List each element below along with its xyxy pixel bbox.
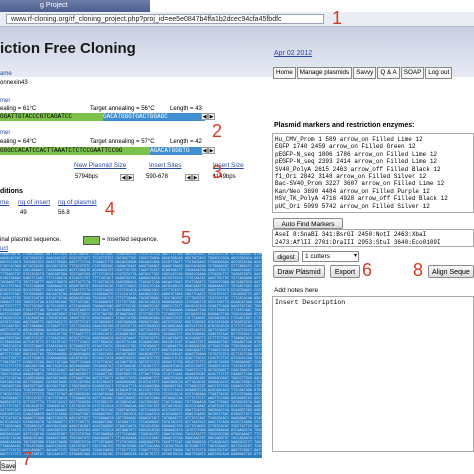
annotation-badge-8: 8 xyxy=(413,260,424,280)
annotation-badge-3: 3 xyxy=(212,162,223,182)
primer2-seq-vector: AGACATGGGTG xyxy=(150,147,202,155)
annotation-badge-1: 1 xyxy=(332,8,343,28)
tab-soap[interactable]: SOAP xyxy=(400,67,425,79)
size-right-arrow[interactable]: ▶ xyxy=(192,174,199,181)
primer1-annealing: ealing = 61°C xyxy=(0,106,37,112)
sites-right-arrow[interactable]: ▶ xyxy=(127,174,134,181)
sequence-display: CGAACGATGC CTGACAGAGC AATTACTACG GCATCAG… xyxy=(0,253,262,458)
tab-qa[interactable]: Q & A xyxy=(377,67,400,79)
marker-line: pEGFP-N_seq 2393 2414 arrow_on Filled Li… xyxy=(275,158,438,166)
primer2-label: mer xyxy=(0,130,11,136)
sites-left-arrow[interactable]: ◀ xyxy=(120,174,127,181)
primer2-annealing: ealing = 64°C xyxy=(0,139,37,145)
annotation-badge-7: 7 xyxy=(22,449,33,469)
primer1-label: mer xyxy=(0,98,11,104)
date-link[interactable]: Apr 02 2012 xyxy=(274,50,312,57)
enzymes-line: 2473:AflII 2701:DraIII 2953:StuI 3640:Ec… xyxy=(275,238,441,246)
annotation-badge-4: 4 xyxy=(105,199,116,219)
align-sequence-button[interactable]: Align Seque xyxy=(428,265,474,278)
primer1-left-arrow[interactable]: ◀ xyxy=(201,113,208,120)
draw-plasmid-button[interactable]: Draw Plasmid xyxy=(273,265,325,278)
insert-sites-value: 590-678 xyxy=(146,174,169,180)
new-plasmid-size-header[interactable]: New Plasmid Size xyxy=(74,162,126,169)
marker-line: Bac-SV40_Prom 3227 3607 arrow_on Filled … xyxy=(275,180,445,188)
conditions-plasmid-value: 56.8 xyxy=(58,210,70,216)
name-label: ame xyxy=(0,71,12,77)
address-bar: www.rf-cloning.org/rf_cloning_project.ph… xyxy=(0,12,474,27)
markers-heading: Plasmid markers and restriction enzymes: xyxy=(274,122,415,129)
cutters-select[interactable]: 1 cutters ▾ xyxy=(302,251,359,262)
annotation-badge-2: 2 xyxy=(212,121,223,141)
sequence-row: AACTCTTCTC TTAATAGTAT TACCAATATT GTGAGGT… xyxy=(0,453,262,457)
conditions-col-time: me xyxy=(0,199,10,206)
marker-line: f1_Ori 2842 3148 arrow_on Filled Silver … xyxy=(275,173,427,181)
legend-original-text: inal plasmid sequence. xyxy=(0,237,62,243)
chevron-down-icon: ▾ xyxy=(353,253,357,259)
primer2-right-arrow[interactable]: ▶ xyxy=(208,147,215,154)
insert-sites-header[interactable]: Insert Sites xyxy=(149,162,182,169)
tab-manage-plasmids[interactable]: Manage plasmids xyxy=(296,67,353,79)
enzymes-line: AseI 8:SnaBI 341:BsrGI 2450:NotI 2463:Xb… xyxy=(275,231,427,238)
primer1-length: Length = 43 xyxy=(170,106,202,112)
product-label: uct xyxy=(0,246,9,252)
size-left-arrow[interactable]: ◀ xyxy=(185,174,192,181)
primer2-target: Target annealing = 57°C xyxy=(90,139,155,145)
url-field[interactable]: www.rf-cloning.org/rf_cloning_project.ph… xyxy=(6,14,324,24)
conditions-heading: ditions xyxy=(0,188,23,195)
annotation-badge-6: 6 xyxy=(362,260,373,280)
marker-line: pEGFP-N_seq 1806 1786 arrow_on Filled Li… xyxy=(275,150,438,158)
save-button[interactable]: Save xyxy=(0,460,16,471)
notes-label: Add notes here xyxy=(274,287,319,294)
notes-textarea[interactable]: Insert Description xyxy=(272,296,474,452)
primer1-seq-insert: GGATTGTACCCGTCAGATCC xyxy=(0,113,103,121)
marker-line: pUC_Ori 5099 5742 arrow_on Filled Silver… xyxy=(275,202,430,210)
nav-tabs: Home Manage plasmids Savvy Q & A SOAP Log out xyxy=(273,67,453,79)
name-value: onnexin43 xyxy=(0,80,28,86)
auto-find-markers-button[interactable]: Auto Find Markers xyxy=(273,218,343,229)
primer1-right-arrow[interactable]: ▶ xyxy=(208,113,215,120)
marker-line: Kan/Neo 3690 4484 arrow_on Filled Purple… xyxy=(275,187,430,195)
tab-savvy[interactable]: Savvy xyxy=(353,67,377,79)
conditions-col-plasmid: ng of plasmid xyxy=(58,199,97,206)
page-title: iction Free Cloning xyxy=(0,40,136,57)
digest-button[interactable]: digest xyxy=(273,251,299,262)
cutters-select-value: 1 cutters xyxy=(305,253,330,260)
annotation-badge-5: 5 xyxy=(181,228,192,248)
primer2-seq-insert: GGGCCACATCCACTTAAATCTCTCCGAATTCCGG xyxy=(0,147,150,155)
tab-title: g Project xyxy=(40,2,68,9)
marker-line: HSV_TK_PolyA 4716 4928 arrow_off Filled … xyxy=(275,195,448,203)
tab-home[interactable]: Home xyxy=(273,67,296,79)
marker-line: EGFP 1740 2459 arrow_on Filled Green 12 xyxy=(275,143,416,151)
legend-insert-text: = Inserted sequence. xyxy=(102,237,159,243)
notes-text: Insert Description xyxy=(275,299,346,306)
conditions-insert-value: 49 xyxy=(20,210,27,216)
primer1-target: Target annealing = 56°C xyxy=(90,106,155,112)
marker-line: SV40_PolyA 2615 2463 arrow_off Filled Bl… xyxy=(275,165,441,173)
primer1-seq-vector: GACATGGGTGACTGGAGC xyxy=(103,113,205,121)
marker-line: Hu_CMV_Prom 1 589 arrow_on Filled Lime 1… xyxy=(275,136,423,143)
tab-logout[interactable]: Log out xyxy=(425,67,453,79)
export-button[interactable]: Export xyxy=(330,265,360,278)
conditions-col-insert: ng of insert xyxy=(18,199,51,206)
legend-insert-swatch xyxy=(83,236,100,245)
primer2-length: Length = 42 xyxy=(170,139,202,145)
enzymes-textarea[interactable]: AseI 8:SnaBI 341:BsrGI 2450:NotI 2463:Xb… xyxy=(272,229,474,247)
browser-tab[interactable]: g Project xyxy=(0,0,150,12)
primer2-left-arrow[interactable]: ◀ xyxy=(201,147,208,154)
new-plasmid-size-value: 5794bps xyxy=(75,174,99,180)
markers-textarea[interactable]: Hu_CMV_Prom 1 589 arrow_on Filled Lime 1… xyxy=(272,133,474,213)
